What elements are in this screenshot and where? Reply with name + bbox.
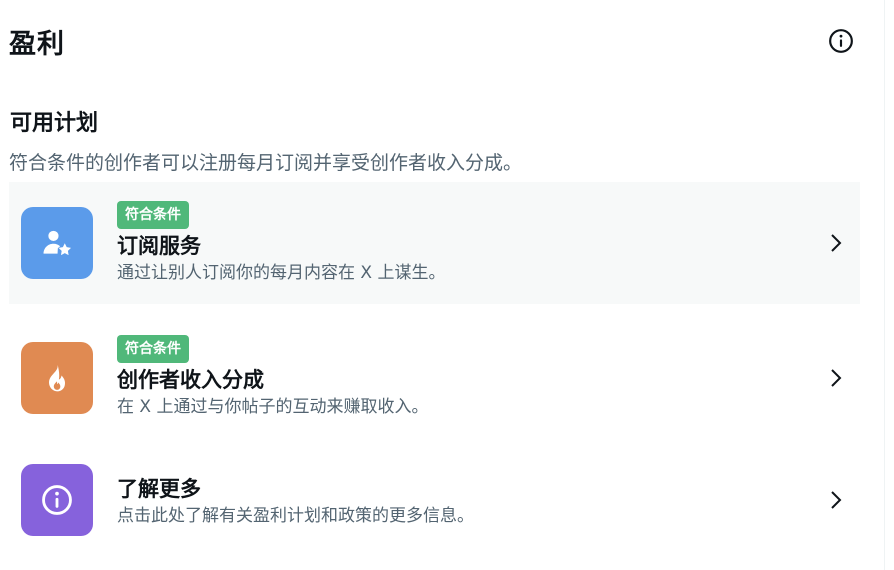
- chevron-right-icon: [826, 233, 846, 253]
- learn-more-tile: [21, 464, 93, 536]
- revenue-sharing-tile: [21, 342, 93, 414]
- plan-title: 创作者收入分成: [117, 368, 264, 392]
- page-title: 盈利: [9, 28, 65, 60]
- plan-description: 在 X 上通过与你帖子的互动来赚取收入。: [117, 397, 429, 417]
- right-divider: [884, 0, 885, 570]
- eligible-badge: 符合条件: [117, 335, 189, 363]
- plan-description: 点击此处了解有关盈利计划和政策的更多信息。: [117, 506, 474, 526]
- info-circle-icon: [42, 485, 72, 515]
- chevron-right-icon: [826, 490, 846, 510]
- plan-title: 了解更多: [117, 477, 201, 501]
- plan-content: 了解更多 点击此处了解有关盈利计划和政策的更多信息。: [117, 474, 474, 528]
- flame-icon: [49, 364, 65, 392]
- plan-title: 订阅服务: [117, 234, 201, 258]
- page-header: 盈利: [9, 22, 859, 60]
- plan-creator-revenue-sharing[interactable]: 符合条件 创作者收入分成 在 X 上通过与你帖子的互动来赚取收入。: [9, 318, 860, 438]
- person-star-icon: [43, 230, 72, 256]
- monetization-page: 盈利 可用计划 符合条件的创作者可以注册每月订阅并享受创作者收入分成。 符合条件…: [0, 0, 894, 570]
- plan-subscriptions[interactable]: 符合条件 订阅服务 通过让别人订阅你的每月内容在 X 上谋生。: [9, 182, 860, 304]
- section-title: 可用计划: [10, 111, 99, 136]
- info-circle-icon: [829, 29, 853, 53]
- plan-description: 通过让别人订阅你的每月内容在 X 上谋生。: [117, 263, 446, 283]
- info-button[interactable]: [823, 23, 859, 59]
- chevron-right-icon: [826, 368, 846, 388]
- section-description: 符合条件的创作者可以注册每月订阅并享受创作者收入分成。: [9, 152, 523, 174]
- plan-content: 符合条件 创作者收入分成 在 X 上通过与你帖子的互动来赚取收入。: [117, 335, 428, 419]
- plan-content: 符合条件 订阅服务 通过让别人订阅你的每月内容在 X 上谋生。: [117, 201, 445, 285]
- eligible-badge: 符合条件: [117, 201, 189, 229]
- subscriptions-tile: [21, 207, 93, 279]
- plan-learn-more[interactable]: 了解更多 点击此处了解有关盈利计划和政策的更多信息。: [9, 452, 860, 548]
